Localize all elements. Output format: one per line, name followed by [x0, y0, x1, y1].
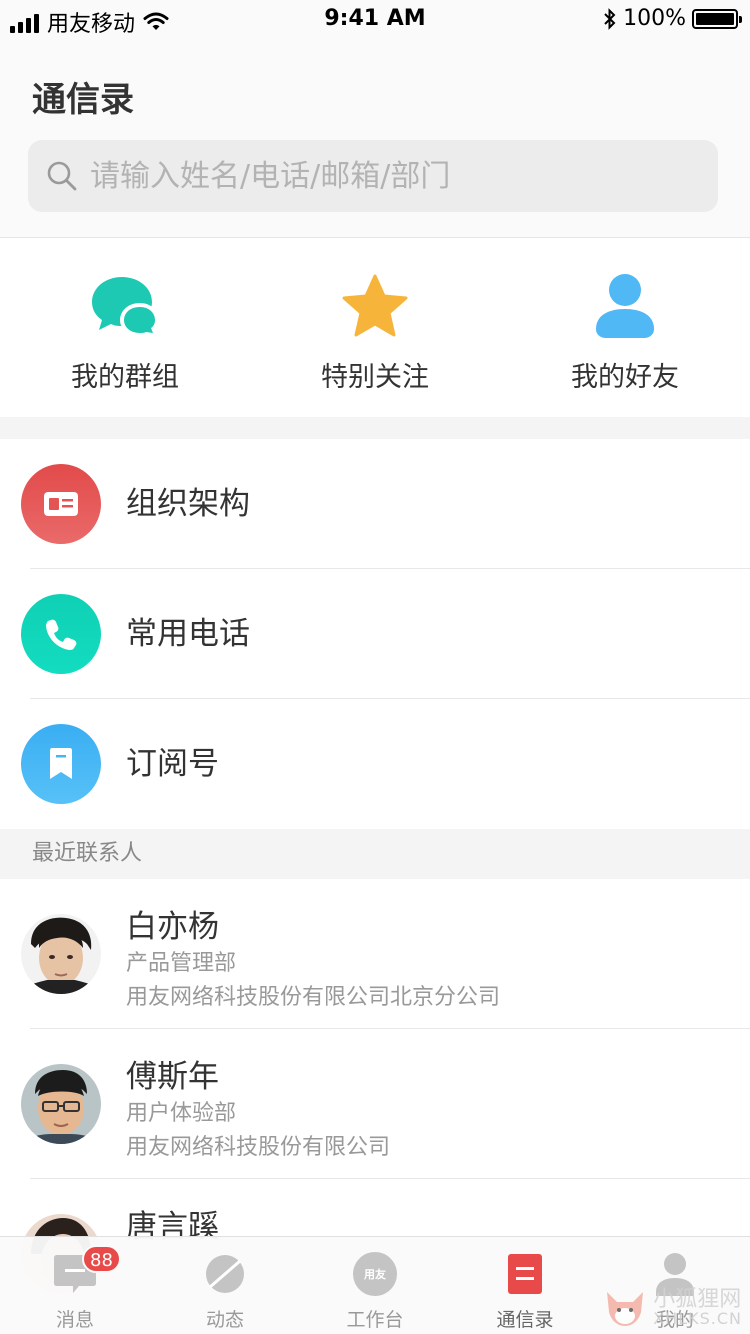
- contact-organization: 用友网络科技股份有限公司北京分公司: [126, 985, 501, 1010]
- menu-item-subscriptions[interactable]: 订阅号: [0, 699, 750, 829]
- fox-logo-icon: [607, 1292, 644, 1326]
- bookmark-icon: [21, 724, 101, 804]
- logo-text: 用友: [364, 1267, 386, 1281]
- section-gap: [0, 417, 750, 439]
- recent-contacts-header: 最近联系人: [0, 829, 750, 879]
- menu-item-common-phones[interactable]: 常用电话: [0, 569, 750, 699]
- yonyou-logo-icon: 用友: [352, 1251, 398, 1297]
- tab-bar: 88 消息 动态 用友 工作台 通信录 我的 小狐狸网 XHLKS.CN: [0, 1236, 750, 1334]
- menu-item-org-structure[interactable]: 组织架构: [0, 439, 750, 569]
- star-icon: [340, 273, 410, 339]
- contacts-book-icon: [502, 1251, 548, 1297]
- menu-list: 组织架构 常用电话 订阅号: [0, 439, 750, 829]
- menu-label: 组织架构: [126, 486, 250, 522]
- tab-contacts[interactable]: 通信录: [450, 1237, 600, 1334]
- contact-row[interactable]: 傅斯年 用户体验部 用友网络科技股份有限公司: [0, 1029, 750, 1179]
- phone-icon: [21, 594, 101, 674]
- quick-actions: 我的群组 特别关注 我的好友: [0, 239, 750, 417]
- quick-my-groups[interactable]: 我的群组: [0, 239, 250, 417]
- page-title: 通信录: [32, 80, 134, 120]
- watermark: 小狐狸网 XHLKS.CN: [603, 1288, 742, 1328]
- tab-label: 消息: [55, 1309, 94, 1331]
- status-bar: 用友移动 9:41 AM 100%: [0, 0, 750, 40]
- unread-badge: 88: [82, 1245, 121, 1273]
- search-icon: [47, 161, 77, 191]
- quick-my-friends[interactable]: 我的好友: [500, 239, 750, 417]
- group-chat-icon: [90, 273, 160, 339]
- id-card-icon: [21, 464, 101, 544]
- search-input[interactable]: [90, 158, 690, 194]
- battery-icon: [692, 8, 742, 29]
- menu-label: 常用电话: [126, 616, 250, 652]
- header: 通信录: [0, 40, 750, 238]
- message-icon: 88: [52, 1245, 121, 1297]
- quick-label: 我的群组: [71, 362, 179, 393]
- tab-label: 动态: [205, 1309, 244, 1331]
- search-bar[interactable]: [28, 140, 718, 212]
- battery-label: 100%: [623, 6, 686, 31]
- quick-special-follow[interactable]: 特别关注: [250, 239, 500, 417]
- watermark-domain: XHLKS.CN: [653, 1309, 742, 1328]
- quick-label: 特别关注: [321, 362, 429, 393]
- tab-moments[interactable]: 动态: [150, 1237, 300, 1334]
- contact-row[interactable]: 白亦杨 产品管理部 用友网络科技股份有限公司北京分公司: [0, 879, 750, 1029]
- contact-name: 白亦杨: [126, 909, 219, 945]
- bluetooth-icon: [604, 7, 616, 30]
- avatar: [21, 914, 101, 994]
- contact-department: 用户体验部: [126, 1101, 237, 1126]
- contact-department: 产品管理部: [126, 951, 237, 976]
- quick-label: 我的好友: [571, 362, 679, 393]
- planet-icon: [202, 1251, 248, 1297]
- tab-messages[interactable]: 88 消息: [0, 1237, 150, 1334]
- tab-label: 通信录: [496, 1309, 554, 1331]
- contact-name: 傅斯年: [126, 1059, 219, 1095]
- tab-workbench[interactable]: 用友 工作台: [300, 1237, 450, 1334]
- tab-label: 工作台: [346, 1309, 404, 1331]
- person-icon: [590, 273, 660, 339]
- contact-organization: 用友网络科技股份有限公司: [126, 1135, 391, 1160]
- avatar: [21, 1064, 101, 1144]
- contacts-screen: 用友移动 9:41 AM 100% 通信录 请输入姓名/电话/邮箱/部门 我的群…: [0, 0, 750, 1334]
- watermark-title: 小狐狸网: [653, 1287, 742, 1312]
- menu-label: 订阅号: [126, 746, 219, 782]
- status-right: 100%: [603, 6, 742, 31]
